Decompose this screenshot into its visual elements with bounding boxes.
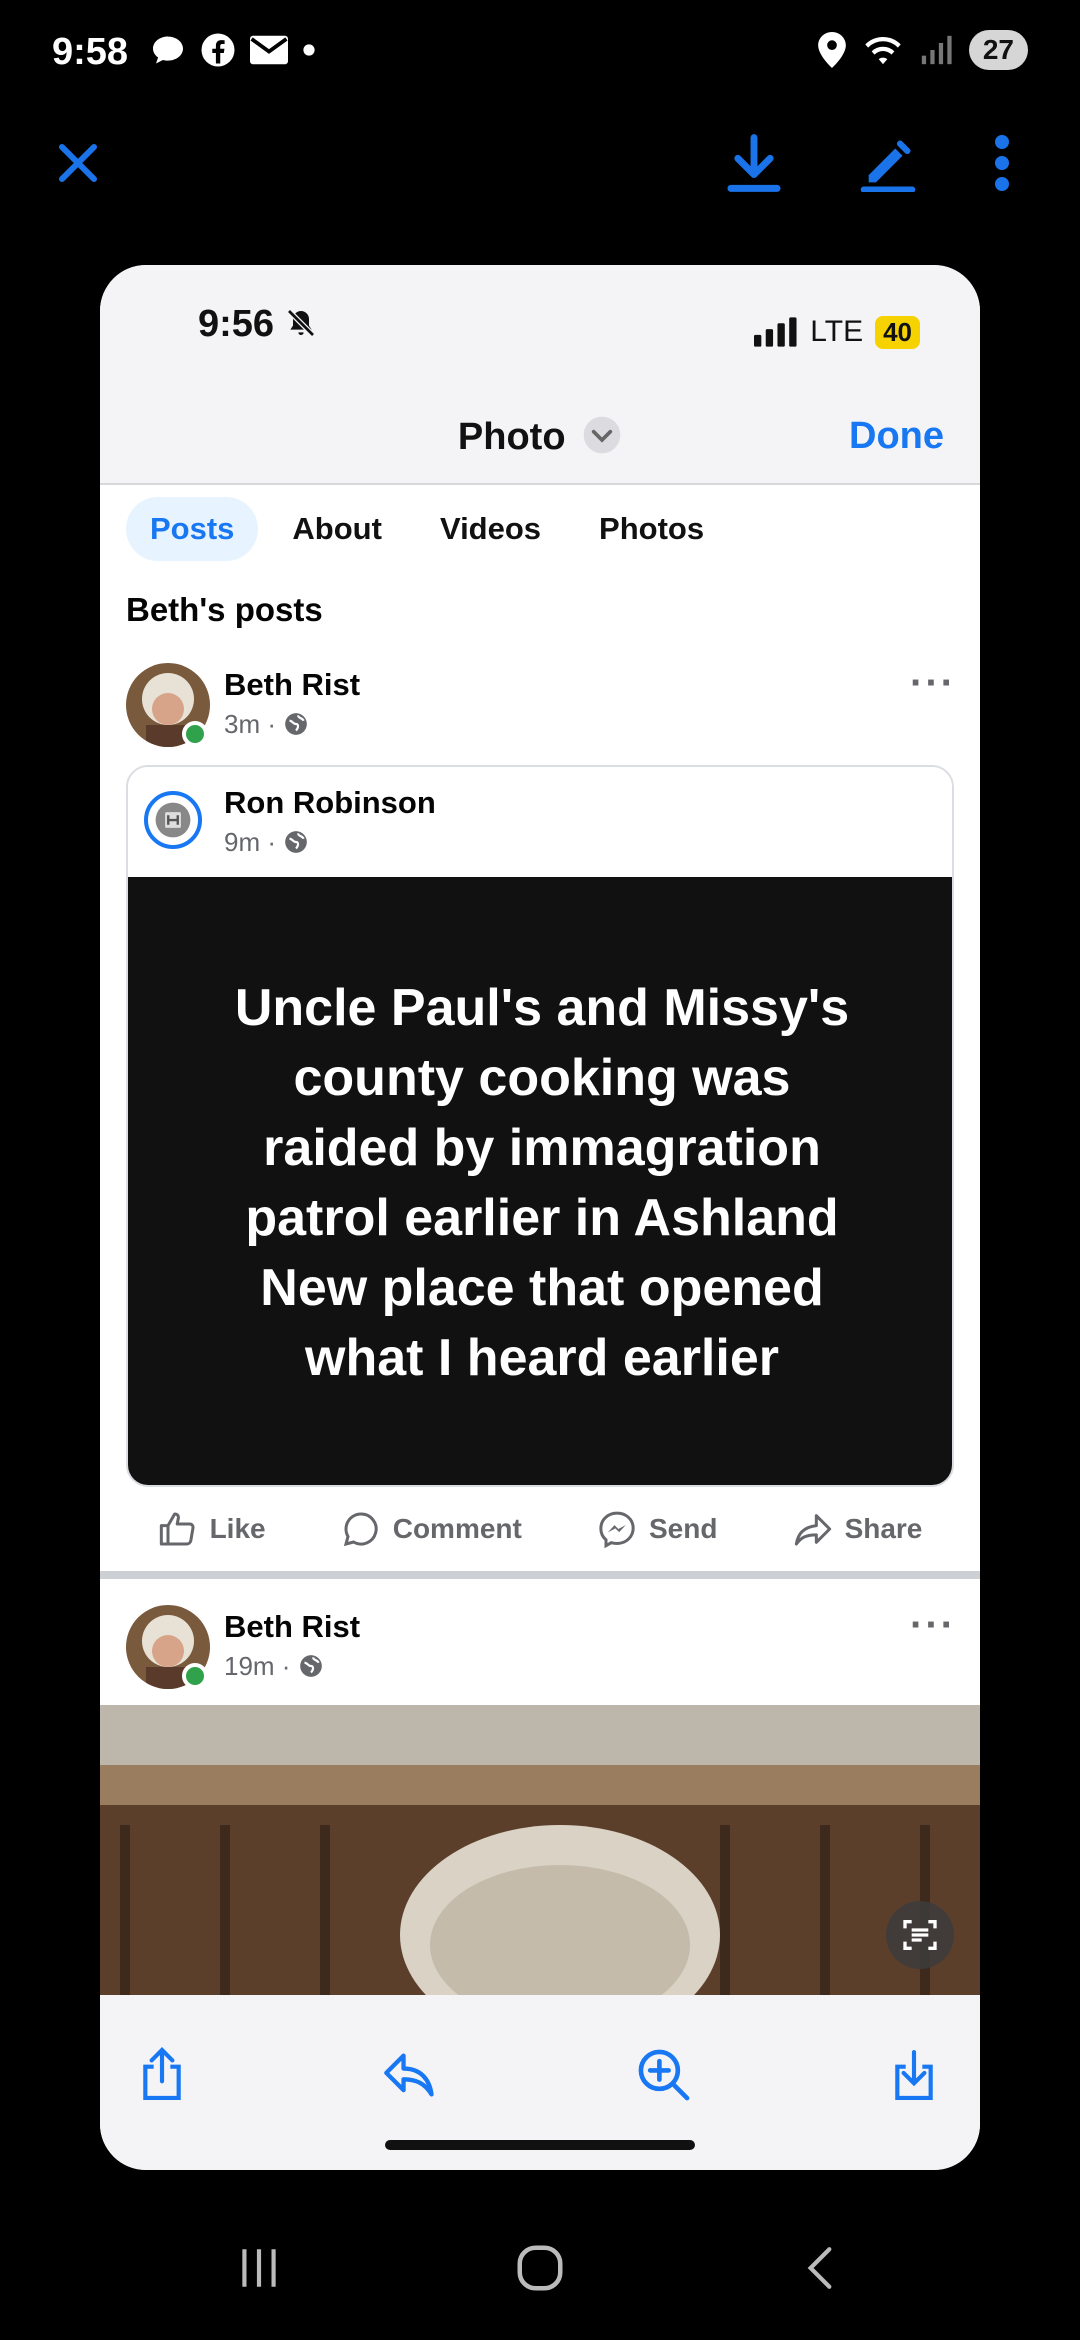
close-icon: [59, 144, 97, 182]
zoom-in-icon: [638, 2049, 690, 2101]
reply-icon: [384, 2053, 434, 2097]
send-button[interactable]: Send: [597, 1509, 717, 1549]
text-post-content: Uncle Paul's and Missy's county cooking …: [234, 979, 850, 1387]
home-indicator: [385, 2140, 695, 2150]
live-text-button[interactable]: [886, 1901, 954, 1969]
back-icon: [807, 2246, 832, 2289]
send-label: Send: [648, 1513, 718, 1544]
system-navigation: [0, 2200, 1080, 2340]
home-icon: [517, 2245, 563, 2290]
post-time: 3m ·: [224, 709, 276, 739]
wifi-icon: [865, 36, 901, 65]
globe-icon: [285, 713, 308, 735]
comment-icon: [343, 1512, 378, 1547]
chat-bubble-icon: [153, 36, 183, 64]
location-icon: [817, 32, 846, 68]
done-button[interactable]: Done: [849, 415, 944, 458]
signal-icon: [921, 35, 952, 65]
post-divider: [100, 1571, 980, 1579]
edit-button[interactable]: [848, 123, 928, 203]
share-button[interactable]: Share: [793, 1509, 923, 1549]
battery-level: 27: [968, 30, 1028, 70]
network-type: LTE: [810, 315, 864, 348]
chevron-down-icon[interactable]: [582, 415, 622, 455]
messenger-icon: [599, 1511, 635, 1549]
thumbs-up-icon: [159, 1512, 195, 1546]
shared-post-header: Ron Robinson 9m ·: [128, 767, 952, 877]
online-indicator: [182, 721, 208, 747]
more-vertical-icon: [995, 135, 1009, 191]
share-icon: [143, 2047, 181, 2100]
close-button[interactable]: [38, 123, 118, 203]
like-button[interactable]: Like: [158, 1509, 266, 1549]
photo-nav-bar: Photo Done: [100, 385, 980, 485]
screenshot-image[interactable]: 9:56 LTE 40 Photo Done Posts About Video…: [100, 265, 980, 2170]
inner-status-right: LTE 40: [754, 315, 920, 349]
ios-reply-button[interactable]: [370, 2035, 450, 2115]
inner-battery: 40: [875, 315, 920, 349]
shared-time: 9m ·: [224, 827, 276, 857]
ios-zoom-button[interactable]: [624, 2035, 704, 2115]
post-actions: Like Comment Send Share: [100, 1487, 980, 1571]
status-notification-icons: [150, 32, 316, 68]
save-icon: [895, 2050, 933, 2100]
shared-post[interactable]: Ron Robinson 9m · Uncle Paul's and Missy…: [126, 765, 954, 1487]
bell-muted-icon: [286, 309, 315, 337]
shared-avatar[interactable]: [144, 791, 202, 849]
home-button[interactable]: [513, 2241, 567, 2300]
scan-text-icon: [903, 1920, 937, 1950]
online-indicator: [182, 1663, 208, 1689]
shared-author[interactable]: Ron Robinson: [224, 785, 436, 821]
post-author[interactable]: Beth Rist: [224, 1609, 360, 1645]
edit-icon: [860, 140, 916, 192]
like-label: Like: [209, 1513, 266, 1544]
profile-tabs: Posts About Videos Photos: [100, 487, 980, 571]
facebook-icon: [201, 33, 235, 67]
back-button[interactable]: [796, 2243, 846, 2298]
ios-save-button[interactable]: [874, 2035, 954, 2115]
share-arrow-icon: [794, 1514, 831, 1546]
inner-status-time: 9:56: [198, 303, 275, 345]
dot-icon: [303, 44, 315, 56]
tab-posts[interactable]: Posts: [126, 497, 259, 561]
globe-icon: [285, 831, 308, 853]
download-button[interactable]: [714, 123, 794, 203]
status-right: 27: [817, 30, 1028, 70]
tab-videos[interactable]: Videos: [416, 497, 565, 561]
recent-apps-icon: [242, 2248, 276, 2287]
cell-signal-icon: [754, 317, 797, 347]
post-photo[interactable]: [100, 1705, 980, 1995]
share-label: Share: [844, 1513, 923, 1544]
tab-photos[interactable]: Photos: [575, 497, 728, 561]
recent-apps-button[interactable]: [234, 2243, 284, 2298]
tab-about[interactable]: About: [268, 497, 406, 561]
text-post-body: Uncle Paul's and Missy's county cooking …: [128, 877, 952, 1485]
comment-label: Comment: [392, 1513, 522, 1544]
more-options-button[interactable]: [962, 123, 1042, 203]
post-author[interactable]: Beth Rist: [224, 667, 360, 703]
mail-icon: [250, 35, 288, 65]
globe-icon: [299, 1655, 322, 1677]
section-title: Beth's posts: [126, 591, 323, 628]
ios-share-button[interactable]: [122, 2035, 202, 2115]
post-more-button[interactable]: ···: [910, 661, 956, 706]
download-icon: [727, 134, 781, 192]
nav-title: Photo: [457, 416, 566, 458]
post-more-button[interactable]: ···: [910, 1603, 956, 1648]
comment-button[interactable]: Comment: [341, 1509, 522, 1549]
post-time: 19m ·: [224, 1651, 291, 1681]
status-time: 9:58: [52, 31, 129, 73]
